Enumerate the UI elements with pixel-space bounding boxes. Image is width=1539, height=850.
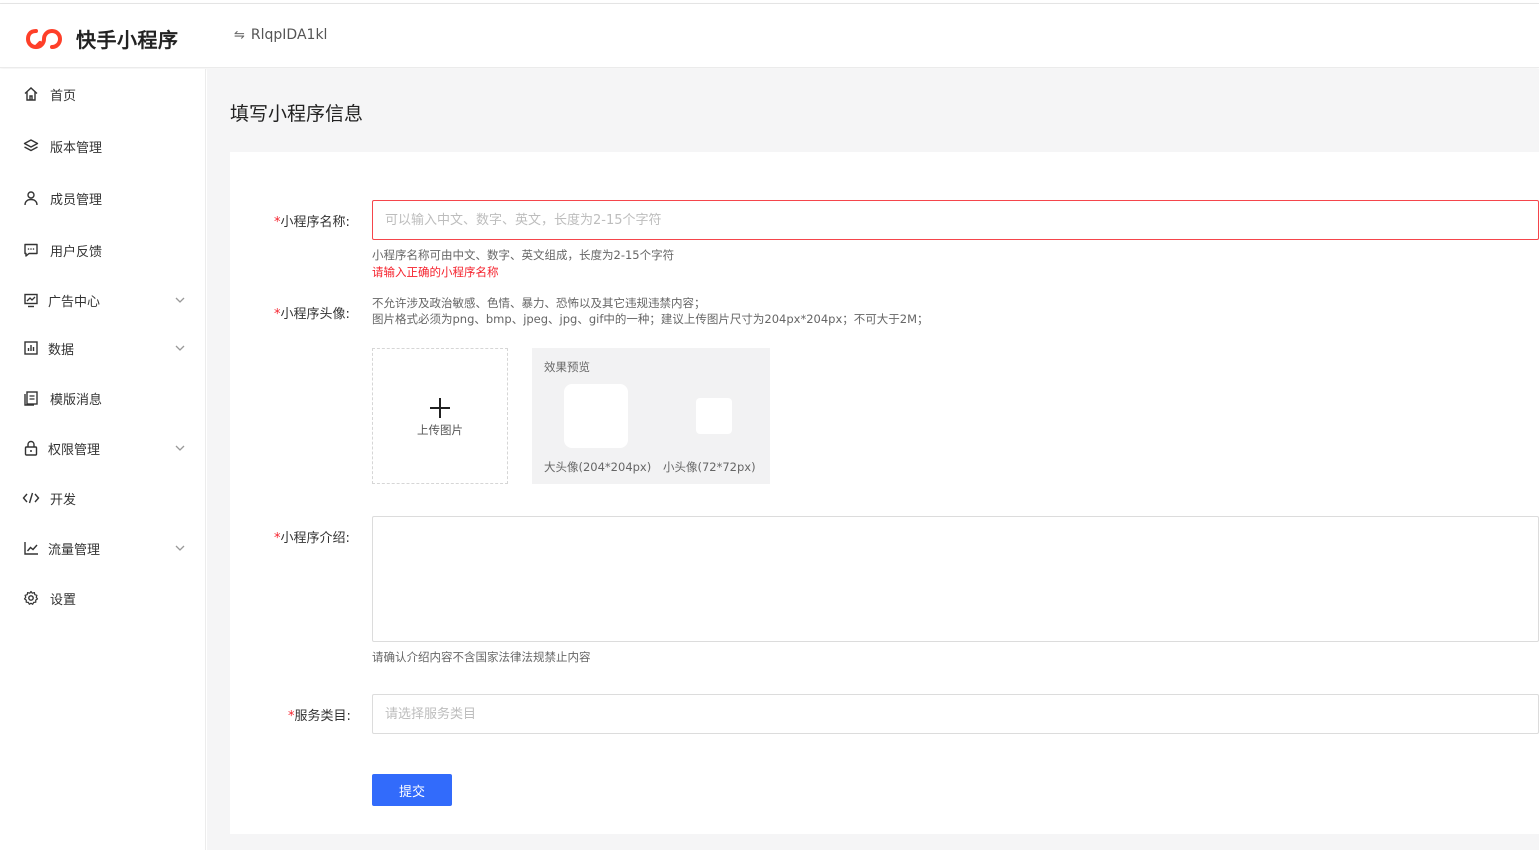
small-avatar-preview — [696, 398, 732, 434]
sidebar-item-label: 开发 — [50, 492, 77, 508]
preview-title: 效果预览 — [544, 360, 590, 374]
chevron-down-icon — [175, 445, 185, 451]
sidebar-item-label: 权限管理 — [48, 442, 101, 458]
avatar-label-text: 小程序头像: — [280, 307, 350, 322]
header: 快手小程序 ⇋ RlqpIDA1kl — [0, 4, 1539, 68]
sidebar-item-label: 广告中心 — [48, 294, 101, 310]
layers-icon — [22, 137, 40, 155]
document-icon — [22, 389, 40, 407]
form-card: *小程序名称: 小程序名称可由中文、数字、英文组成，长度为2-15个字符 请输入… — [230, 152, 1539, 834]
sidebar-item-permissions[interactable]: 权限管理 — [0, 430, 206, 466]
sidebar-item-ad-center[interactable]: 广告中心 — [0, 282, 206, 318]
swap-icon: ⇋ — [234, 27, 245, 43]
intro-textarea[interactable] — [372, 516, 1539, 642]
name-error: 请输入正确的小程序名称 — [372, 265, 499, 279]
message-icon — [22, 241, 40, 259]
category-label-text: 服务类目: — [294, 709, 351, 724]
sidebar-item-label: 首页 — [50, 88, 77, 104]
avatar-label: *小程序头像: — [274, 303, 350, 322]
category-label: *服务类目: — [288, 705, 351, 724]
bar-chart-icon — [22, 339, 40, 357]
big-avatar-label: 大头像(204*204px) — [544, 460, 652, 474]
sidebar-item-label: 数据 — [48, 342, 75, 358]
sidebar-item-label: 设置 — [50, 592, 77, 608]
upload-image-button[interactable]: 上传图片 — [372, 348, 508, 484]
chevron-down-icon — [175, 545, 185, 551]
avatar-preview: 效果预览 大头像(204*204px) 小头像(72*72px) — [532, 348, 770, 484]
plus-icon — [430, 398, 450, 418]
lock-icon — [22, 439, 40, 457]
chevron-down-icon — [175, 345, 185, 351]
small-avatar-label: 小头像(72*72px) — [663, 460, 756, 474]
user-icon — [22, 189, 40, 207]
gear-icon — [22, 589, 40, 607]
main-content: 填写小程序信息 *小程序名称: 小程序名称可由中文、数字、英文组成，长度为2-1… — [207, 69, 1539, 850]
avatar-rule-2: 图片格式必须为png、bmp、jpeg、jpg、gif中的一种；建议上传图片尺寸… — [372, 312, 929, 326]
sidebar: 首页 版本管理 成员管理 用户反馈 广告中心 数据 模版消息 权限管理 开发 流… — [0, 69, 206, 850]
submit-button[interactable]: 提交 — [372, 774, 452, 806]
intro-hint: 请确认介绍内容不含国家法律法规禁止内容 — [372, 650, 591, 664]
big-avatar-preview — [564, 384, 628, 448]
service-category-select[interactable] — [372, 694, 1539, 734]
sidebar-item-develop[interactable]: 开发 — [0, 480, 206, 516]
app-id-text: RlqpIDA1kl — [250, 27, 328, 43]
sidebar-item-settings[interactable]: 设置 — [0, 580, 206, 616]
sidebar-item-label: 版本管理 — [50, 140, 103, 156]
intro-label: *小程序介绍: — [274, 527, 350, 546]
name-hint: 小程序名称可由中文、数字、英文组成，长度为2-15个字符 — [372, 248, 675, 262]
avatar-rule-1: 不允许涉及政治敏感、色情、暴力、恐怖以及其它违规违禁内容； — [372, 296, 706, 310]
ad-chart-icon — [22, 291, 40, 309]
sidebar-item-label: 模版消息 — [50, 392, 103, 408]
line-chart-icon — [22, 539, 40, 557]
page-title: 填写小程序信息 — [230, 103, 364, 125]
app-switcher[interactable]: ⇋ RlqpIDA1kl — [234, 27, 327, 43]
name-label: *小程序名称: — [274, 211, 350, 230]
sidebar-item-template-messages[interactable]: 模版消息 — [0, 380, 206, 416]
sidebar-item-home[interactable]: 首页 — [0, 76, 206, 112]
sidebar-item-traffic[interactable]: 流量管理 — [0, 530, 206, 566]
chevron-down-icon — [175, 297, 185, 303]
sidebar-item-label: 流量管理 — [48, 542, 101, 558]
sidebar-item-data[interactable]: 数据 — [0, 330, 206, 366]
app-name: 快手小程序 — [76, 28, 179, 52]
home-icon — [22, 85, 40, 103]
intro-label-text: 小程序介绍: — [280, 531, 350, 546]
sidebar-item-feedback[interactable]: 用户反馈 — [0, 232, 206, 268]
sidebar-item-versions[interactable]: 版本管理 — [0, 128, 206, 164]
app-name-input[interactable] — [372, 200, 1539, 240]
upload-label: 上传图片 — [417, 423, 463, 437]
sidebar-item-members[interactable]: 成员管理 — [0, 180, 206, 216]
logo[interactable]: 快手小程序 — [26, 24, 179, 53]
code-icon — [22, 489, 40, 507]
name-label-text: 小程序名称: — [280, 215, 350, 230]
sidebar-item-label: 成员管理 — [50, 192, 103, 208]
sidebar-item-label: 用户反馈 — [50, 244, 103, 260]
kuaishou-logo-icon — [26, 28, 62, 49]
